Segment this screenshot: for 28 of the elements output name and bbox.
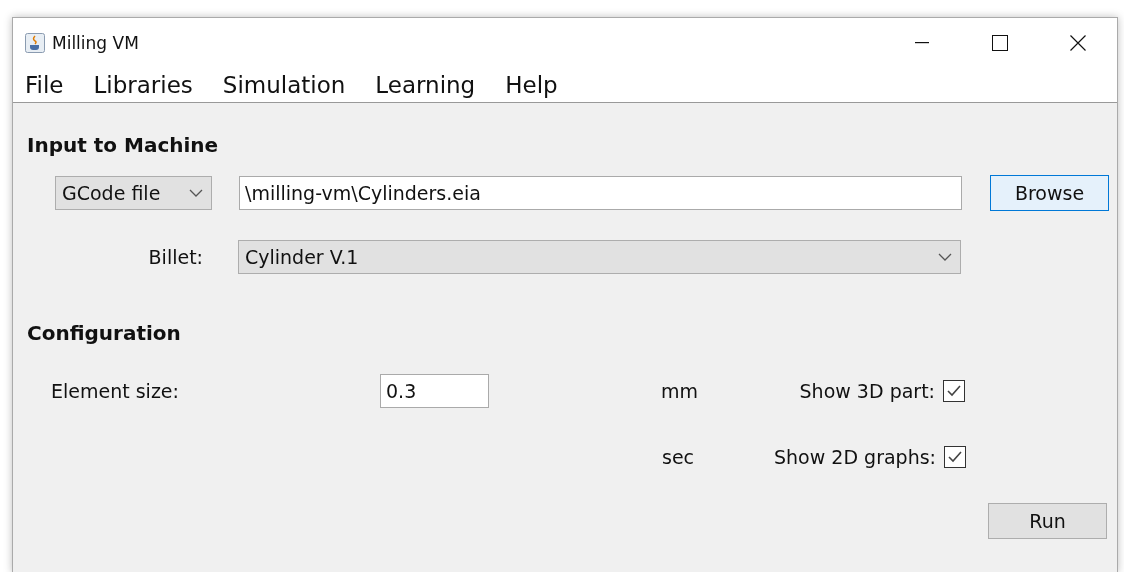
section-heading: Configuration <box>27 321 182 345</box>
maximize-icon[interactable] <box>992 35 1008 51</box>
menu-item[interactable]: Learning <box>375 72 476 98</box>
unit-label: mm <box>661 380 700 402</box>
caret-icon <box>189 188 203 198</box>
file-path-field[interactable]: \milling-vm\Cylinders.eia <box>239 176 962 210</box>
menu-item[interactable]: Help <box>505 72 558 98</box>
option-label: Show 3D part: <box>799 380 935 402</box>
window-title: Milling VM <box>52 33 139 53</box>
checkbox[interactable] <box>944 446 966 468</box>
caret-icon <box>938 252 952 262</box>
checkbox[interactable] <box>943 380 965 402</box>
menu-item[interactable]: Simulation <box>222 72 346 98</box>
minimize-icon[interactable] <box>915 42 929 44</box>
menu-item[interactable]: Libraries <box>93 72 193 98</box>
billet-label: Billet: <box>147 246 203 268</box>
browse-button[interactable]: Browse <box>990 175 1109 211</box>
close-icon[interactable] <box>1070 35 1086 51</box>
source-dropdown[interactable]: GCode file <box>55 176 212 210</box>
unit-label: sec <box>662 446 696 468</box>
element-size-label: Element size: <box>51 380 180 402</box>
section-heading: Input to Machine <box>27 133 220 157</box>
coffee-cup-icon <box>25 33 45 53</box>
menu-item[interactable]: File <box>25 72 64 98</box>
element-size-field[interactable]: 0.3 <box>380 374 489 408</box>
run-button[interactable]: Run <box>988 503 1107 539</box>
option-label: Show 2D graphs: <box>774 446 936 468</box>
billet-dropdown[interactable]: Cylinder V.1 <box>238 240 961 274</box>
